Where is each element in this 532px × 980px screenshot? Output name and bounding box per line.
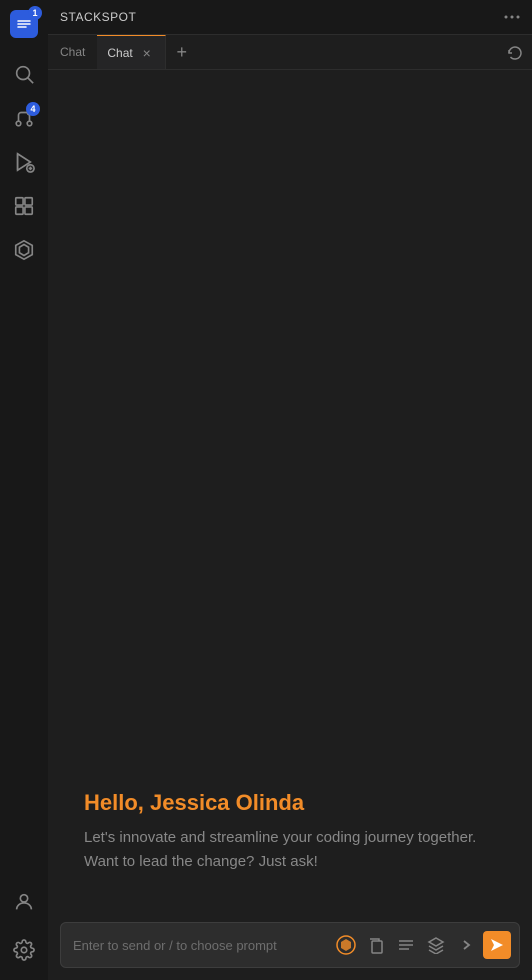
sidebar-item-account[interactable] bbox=[0, 880, 48, 924]
title-bar: STACKSPOT bbox=[48, 0, 532, 35]
sidebar-item-settings[interactable] bbox=[0, 928, 48, 972]
send-button[interactable] bbox=[483, 931, 511, 959]
tab-add-button[interactable]: + bbox=[166, 35, 198, 70]
chat-messages: Hello, Jessica Olinda Let's innovate and… bbox=[48, 70, 532, 914]
tab-chat-active[interactable]: Chat × bbox=[97, 35, 165, 69]
sidebar-item-extensions[interactable] bbox=[0, 184, 48, 228]
sidebar-item-run[interactable] bbox=[0, 140, 48, 184]
logo-badge: 1 bbox=[28, 6, 42, 20]
input-actions bbox=[333, 931, 511, 959]
activity-bar-top: 1 4 bbox=[0, 0, 48, 880]
welcome-body: Let's innovate and streamline your codin… bbox=[84, 826, 496, 874]
activity-bar: 1 4 bbox=[0, 0, 48, 980]
logo-area[interactable]: 1 bbox=[0, 0, 48, 48]
sidebar-item-search[interactable] bbox=[0, 52, 48, 96]
welcome-section: Hello, Jessica Olinda Let's innovate and… bbox=[68, 770, 512, 894]
app-title: STACKSPOT bbox=[60, 10, 136, 24]
sidebar-item-source-control[interactable]: 4 bbox=[0, 96, 48, 140]
source-control-badge: 4 bbox=[26, 102, 40, 116]
layers-icon-button[interactable] bbox=[423, 932, 449, 958]
tab-close-button[interactable]: × bbox=[139, 45, 155, 61]
main-area: STACKSPOT Chat Chat × + bbox=[48, 0, 532, 980]
sidebar-item-stackspot[interactable] bbox=[0, 228, 48, 272]
chat-history-button[interactable] bbox=[497, 35, 532, 70]
format-icon-button[interactable] bbox=[393, 932, 419, 958]
tab-chat-label: Chat bbox=[107, 46, 132, 60]
tab-inactive-chat[interactable]: Chat bbox=[48, 35, 97, 69]
chat-content: Hello, Jessica Olinda Let's innovate and… bbox=[48, 70, 532, 980]
input-area bbox=[48, 914, 532, 980]
title-actions bbox=[500, 5, 524, 29]
copy-icon-button[interactable] bbox=[363, 932, 389, 958]
tab-bar: Chat Chat × + bbox=[48, 35, 532, 70]
tab-spacer bbox=[198, 35, 497, 69]
expand-icon-button[interactable] bbox=[453, 932, 479, 958]
stackspot-icon-button[interactable] bbox=[333, 932, 359, 958]
chat-input[interactable] bbox=[73, 938, 327, 953]
welcome-greeting: Hello, Jessica Olinda bbox=[84, 790, 496, 816]
more-options-button[interactable] bbox=[500, 5, 524, 29]
activity-bar-bottom bbox=[0, 880, 48, 980]
input-container bbox=[60, 922, 520, 968]
